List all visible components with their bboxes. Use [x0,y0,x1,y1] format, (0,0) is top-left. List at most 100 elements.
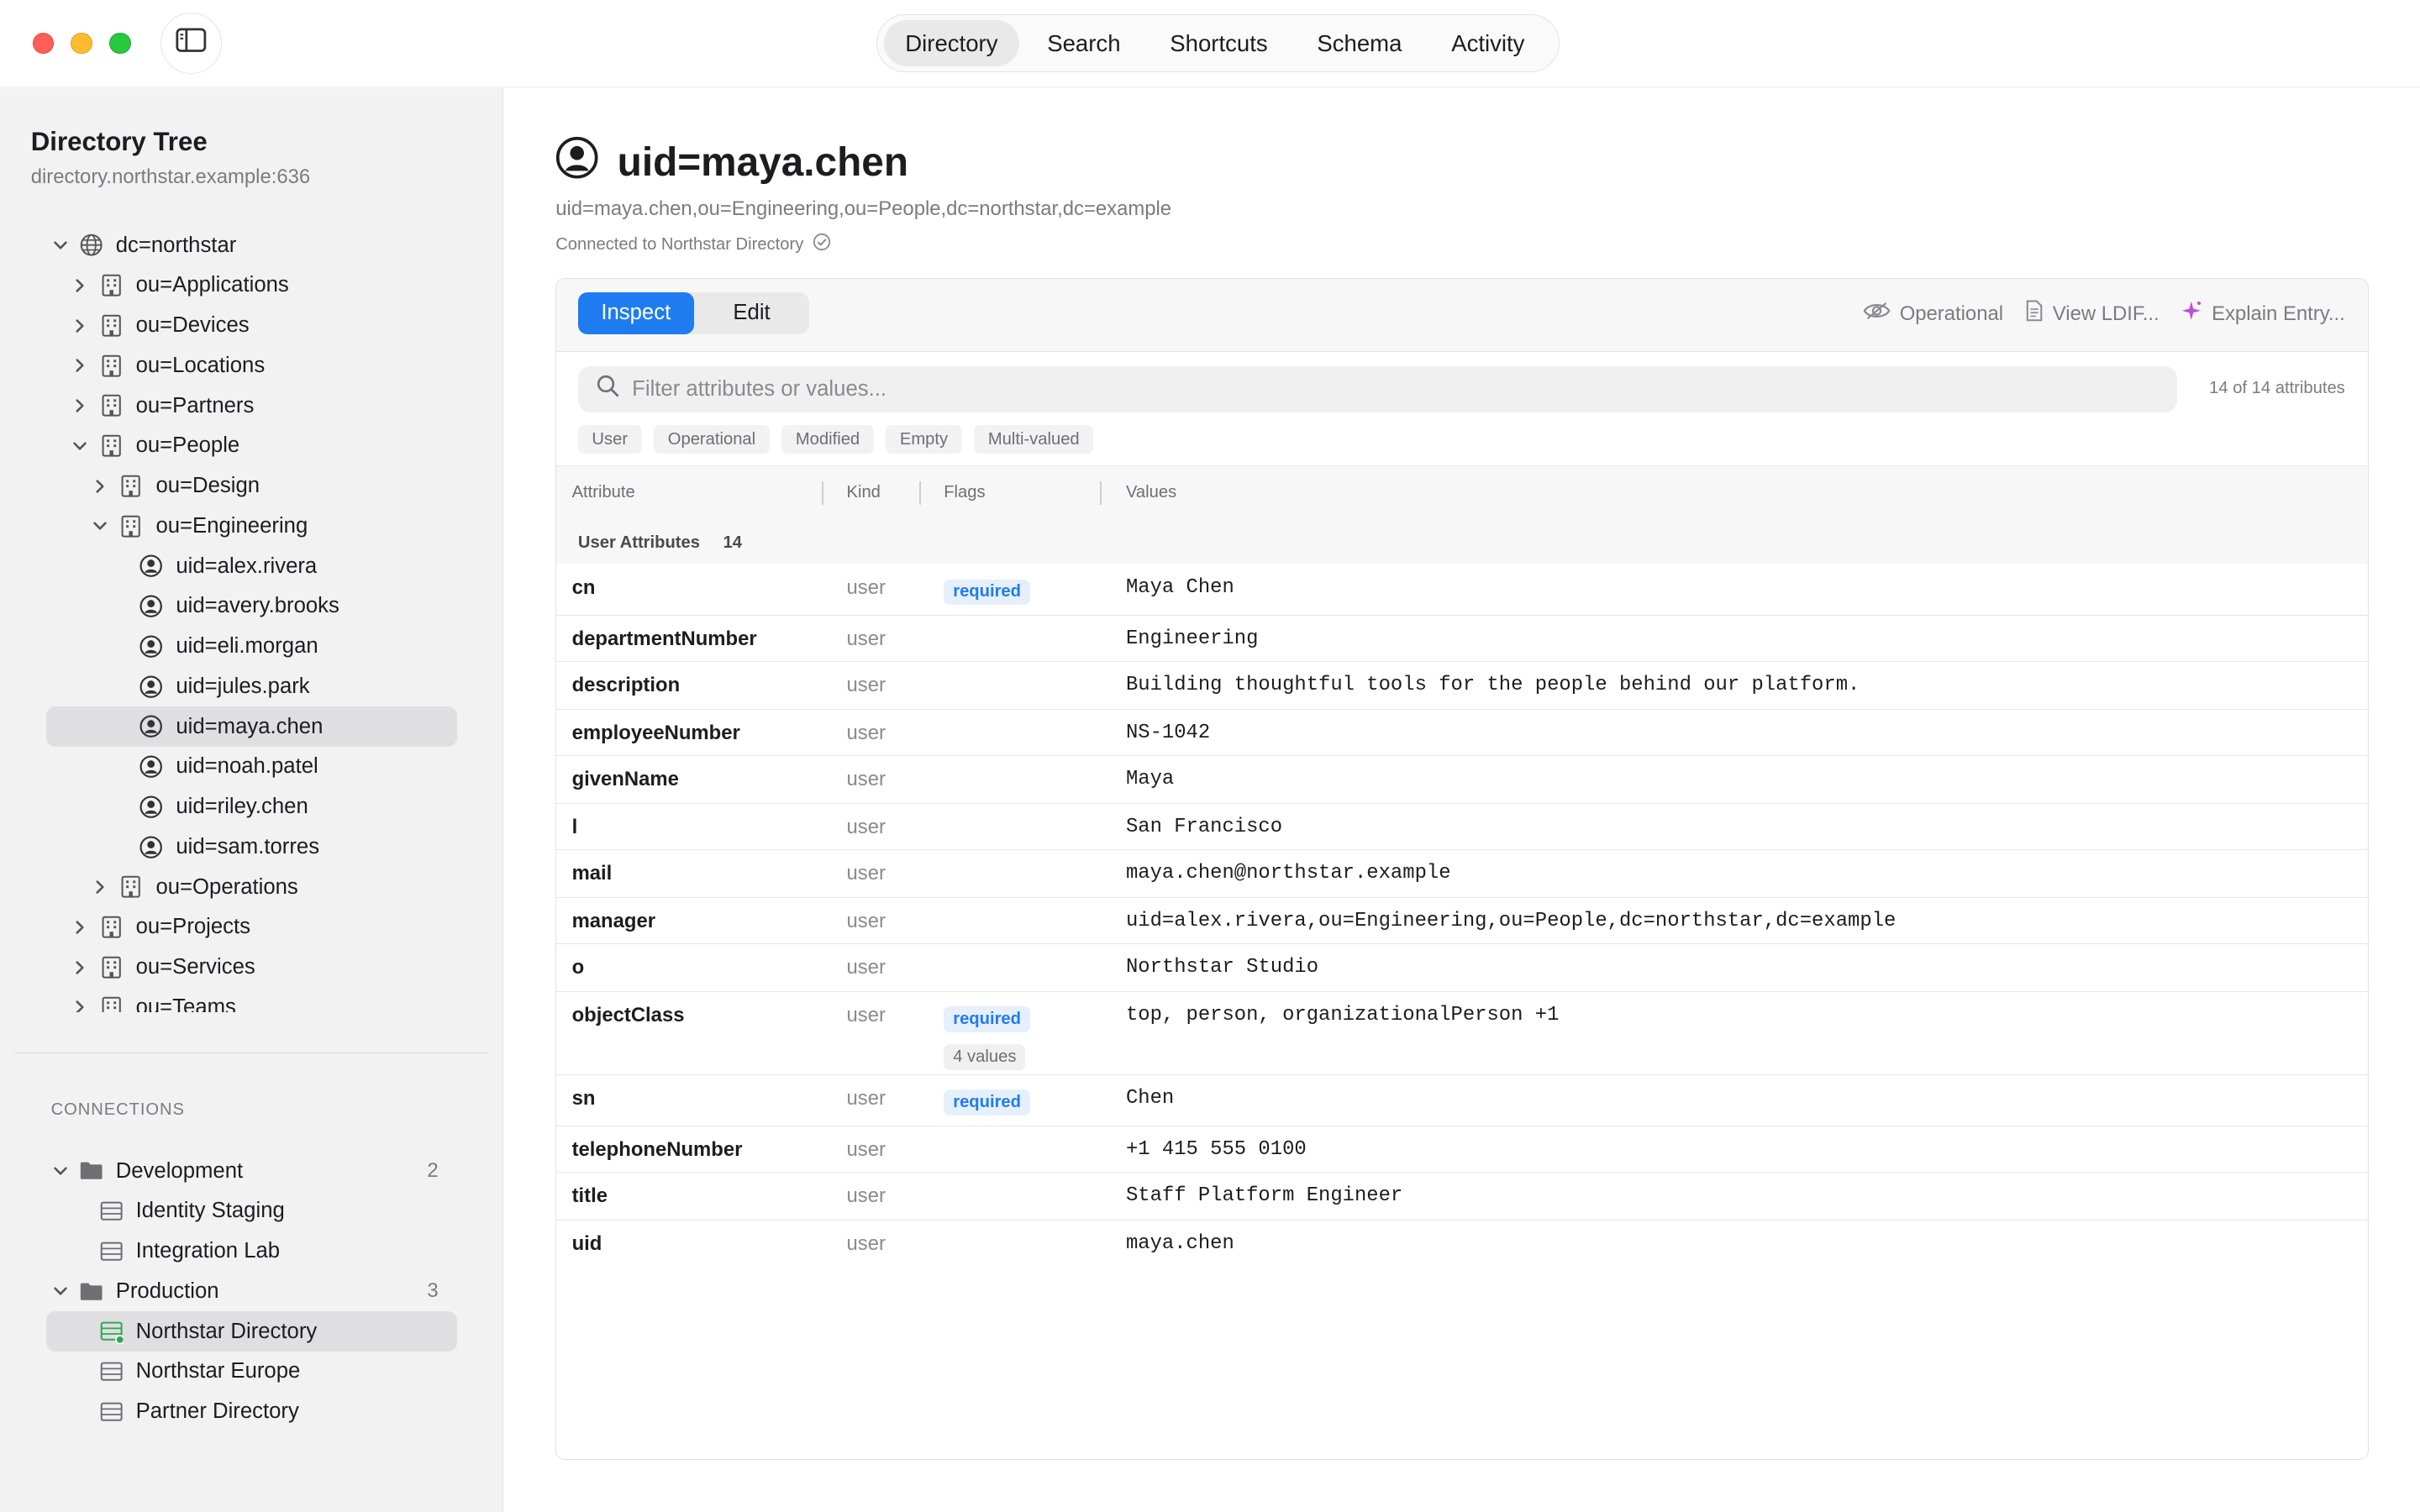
chevron-right-icon[interactable] [71,396,89,415]
tab-directory[interactable]: Directory [883,19,1020,66]
tree-item[interactable]: ou=Services [46,948,457,988]
document-icon [2025,300,2053,328]
column-header-attribute[interactable]: Attribute [572,483,635,502]
connection-item[interactable]: Northstar Directory [46,1311,457,1352]
tree-item[interactable]: uid=alex.rivera [46,546,457,586]
chevron-right-icon[interactable] [71,317,89,335]
column-header-kind[interactable]: Kind [847,483,881,502]
attribute-flags: required [944,1085,1031,1123]
tree-item[interactable]: ou=Design [46,466,457,507]
connection-label: Northstar Directory [135,1319,318,1343]
tree-item[interactable]: uid=maya.chen [46,706,457,747]
tree-item[interactable]: ou=Projects [46,907,457,948]
attribute-filter-field[interactable] [577,366,2177,413]
tree-item[interactable]: uid=jules.park [46,666,457,706]
chevron-down-icon[interactable] [71,437,89,455]
attribute-row[interactable]: uid user maya.chen [556,1220,2368,1266]
building-icon [118,474,143,498]
close-window-button[interactable] [32,32,55,55]
attribute-row[interactable]: telephoneNumber user +1 415 555 0100 [556,1126,2369,1173]
attribute-row[interactable]: description user Building thoughtful tools… [556,661,2369,711]
connection-item[interactable]: Identity Staging [46,1191,457,1231]
connection-folder[interactable]: Production 3 [46,1271,457,1311]
attribute-row[interactable]: employeeNumber user NS-1042 [556,709,2369,757]
filter-chip-operational[interactable]: Operational [654,425,770,454]
attribute-row[interactable]: manager user uid=alex.rivera,ou=Engineerin… [556,897,2369,945]
tab-activity[interactable]: Activity [1430,20,1547,66]
tree-item[interactable]: ou=Devices [46,306,457,346]
building-icon [118,514,143,538]
tab-search[interactable]: Search [1026,20,1143,66]
attribute-value: San Francisco [1125,815,1283,838]
tree-item[interactable]: ou=Locations [46,345,457,386]
column-resize-handle[interactable] [1099,481,1102,505]
filter-chip-user[interactable]: User [577,425,642,454]
connection-item[interactable]: Northstar Europe [46,1352,457,1392]
tab-shortcuts[interactable]: Shortcuts [1149,20,1290,66]
attribute-row[interactable]: objectClass user required 4 values top, pers… [556,991,2369,1076]
filter-chip-modified[interactable]: Modified [781,425,874,454]
chevron-right-icon[interactable] [91,878,109,896]
chevron-down-icon[interactable] [51,1282,70,1300]
table-header: Attribute Kind Flags Values [556,465,2369,519]
tree-item[interactable]: ou=Operations [46,867,457,907]
attribute-row[interactable]: o user Northstar Studio [556,943,2369,993]
connection-item[interactable]: Integration Lab [46,1231,457,1272]
attribute-row[interactable]: sn user required Chen [556,1074,2369,1126]
tree-item[interactable]: ou=Engineering [46,506,457,546]
tree-item[interactable]: uid=sam.torres [46,827,457,867]
chevron-right-icon[interactable] [71,958,89,977]
attribute-row[interactable]: title user Staff Platform Engineer [556,1172,2369,1221]
tree-item[interactable]: uid=noah.patel [46,747,457,787]
tree-item[interactable]: ou=Partners [46,386,457,426]
chevron-right-icon[interactable] [71,998,89,1012]
explain-entry-button[interactable]: Explain Entry... [2181,300,2345,328]
tree-item[interactable]: dc=northstar [46,225,457,265]
attribute-row[interactable]: departmentNumber user Engineering [556,615,2369,663]
edit-mode-button[interactable]: Edit [694,292,810,334]
view-ldif-button[interactable]: View LDIF... [2025,300,2160,328]
column-header-flags[interactable]: Flags [944,483,985,502]
tree-item[interactable]: ou=People [46,426,457,466]
column-resize-handle[interactable] [822,481,823,505]
minimize-window-button[interactable] [71,32,93,55]
sidebar-toggle-button[interactable] [160,12,223,75]
tree-item[interactable]: uid=avery.brooks [46,586,457,627]
chevron-down-icon[interactable] [51,236,70,255]
column-header-values[interactable]: Values [1126,483,1176,502]
filter-chip-empty[interactable]: Empty [886,425,962,454]
tree-item-label: uid=jules.park [176,674,310,698]
operational-toggle-button[interactable]: Operational [1863,302,2003,326]
attribute-name: title [571,1184,608,1207]
attribute-filter-input[interactable] [629,375,2148,404]
column-resize-handle[interactable] [918,481,921,505]
tree-item-label: ou=Services [135,955,255,979]
tree-item[interactable]: ou=Teams [46,987,457,1012]
sidebar-icon [176,28,207,59]
attribute-name: telephoneNumber [571,1137,743,1161]
chevron-right-icon[interactable] [91,477,109,496]
attribute-row[interactable]: l user San Francisco [556,803,2369,851]
tree-item[interactable]: ou=Applications [46,265,457,306]
chevron-right-icon[interactable] [71,918,89,937]
attribute-row[interactable]: cn user required Maya Chen [556,564,2369,616]
chevron-down-icon[interactable] [91,517,109,535]
sidebar-host: directory.northstar.example:636 [30,165,311,188]
chevron-right-icon[interactable] [71,276,89,295]
connection-item[interactable]: Partner Directory [46,1392,457,1432]
zoom-window-button[interactable] [109,32,132,55]
filter-chip-multi-valued[interactable]: Multi-valued [974,425,1094,454]
attribute-row[interactable]: mail user maya.chen@northstar.example [556,849,2369,899]
tab-schema[interactable]: Schema [1296,20,1423,66]
server-connected-icon [99,1319,124,1344]
tree-item[interactable]: uid=riley.chen [46,787,457,827]
chevron-right-icon[interactable] [71,356,89,375]
attribute-row[interactable]: givenName user Maya [556,755,2369,805]
eye-slash-icon [1863,302,1900,326]
chevron-down-icon[interactable] [51,1162,70,1180]
attribute-kind: user [846,627,886,650]
inspect-mode-button[interactable]: Inspect [577,292,694,334]
tree-item[interactable]: uid=eli.morgan [46,627,457,667]
connection-folder[interactable]: Development 2 [46,1151,457,1191]
